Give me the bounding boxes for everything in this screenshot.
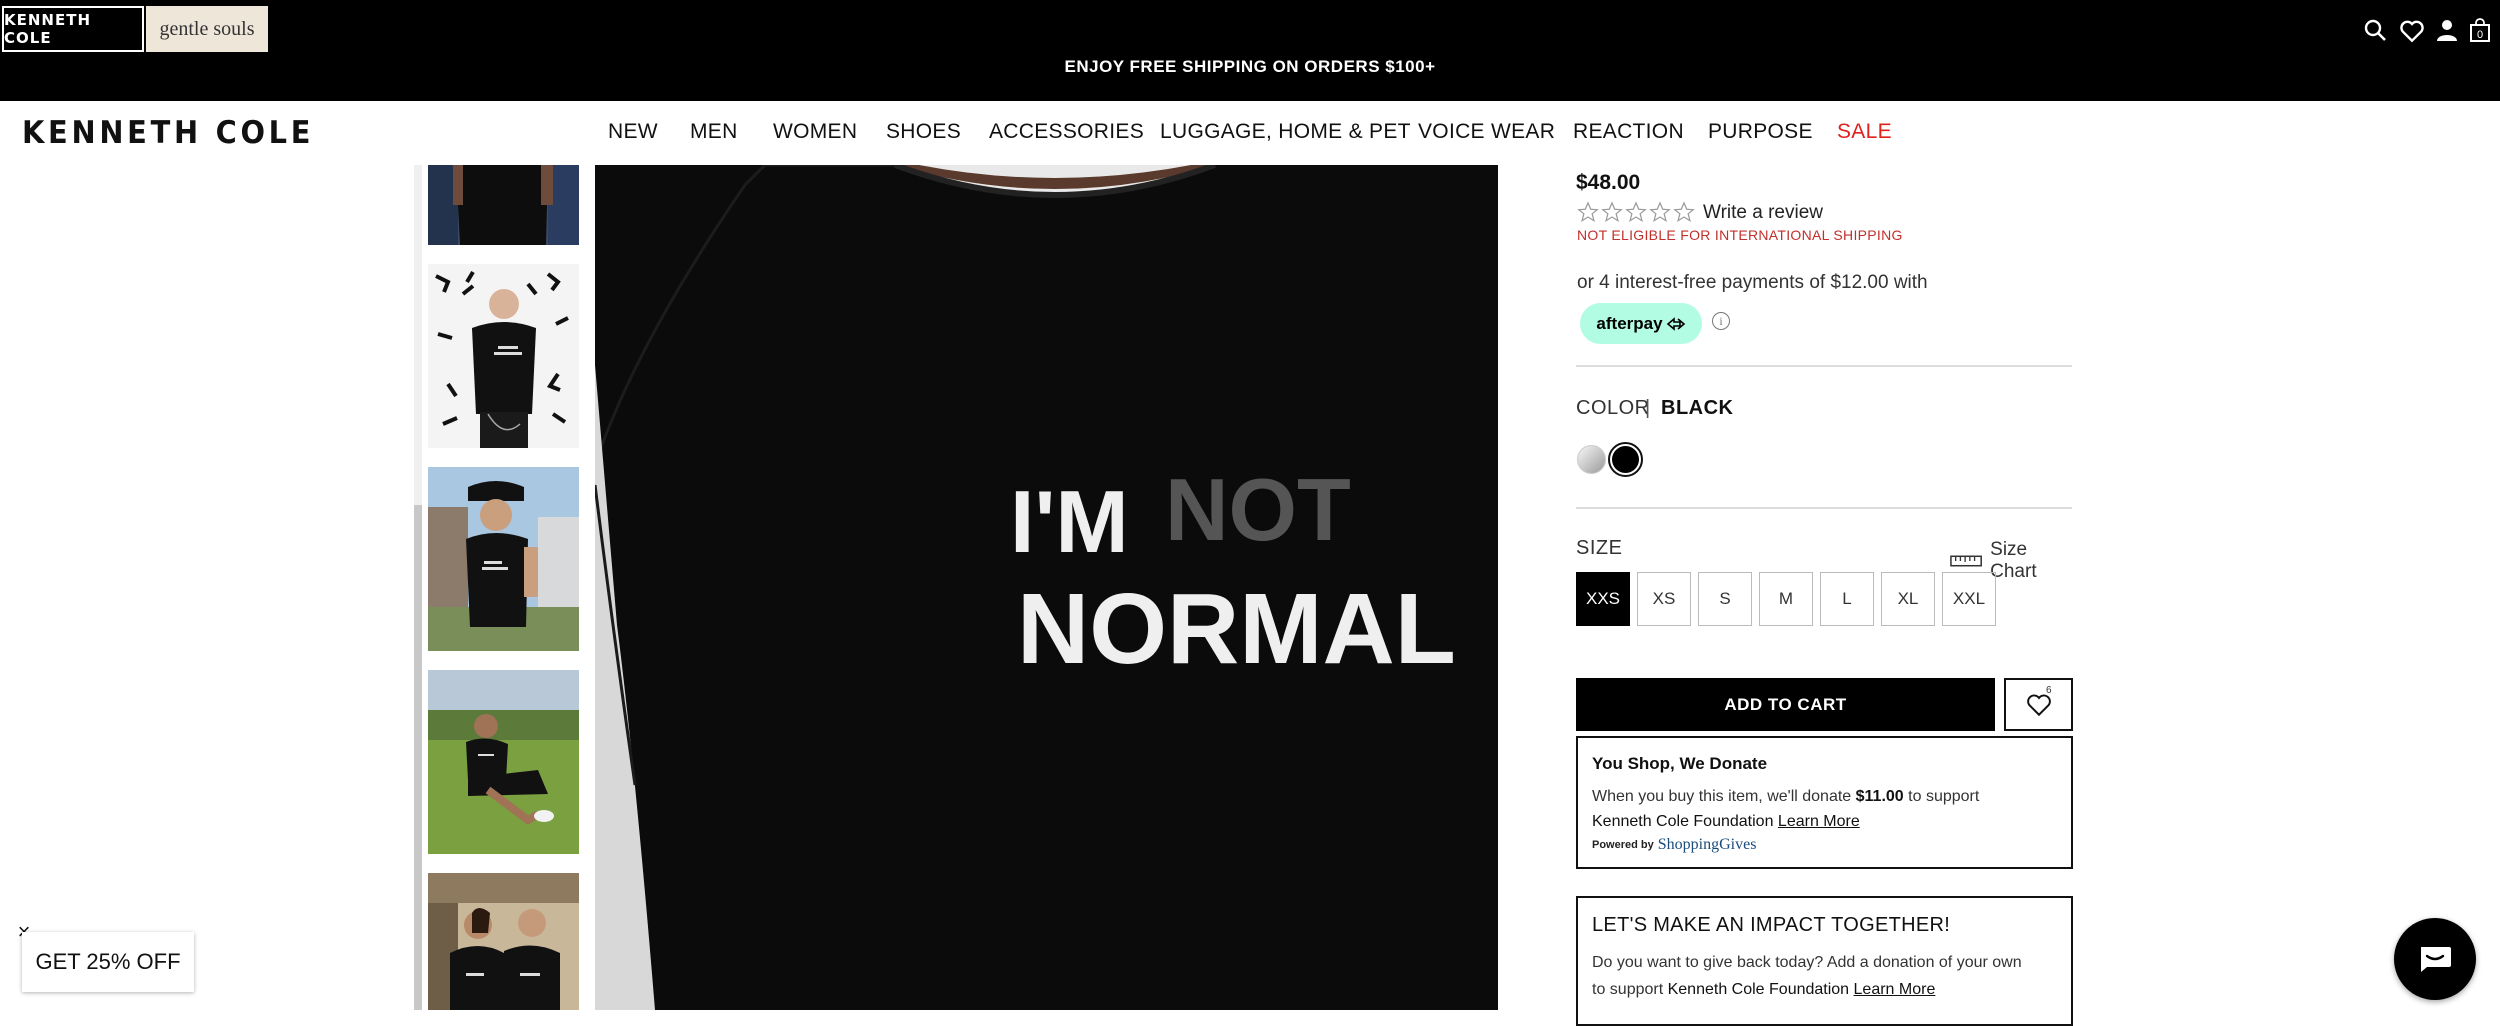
size-xxl[interactable]: XXL <box>1942 572 1996 626</box>
star-icon[interactable] <box>1625 201 1647 223</box>
impact-text: Do you want to give back today? Add a do… <box>1592 949 2057 1003</box>
star-icon[interactable] <box>1649 201 1671 223</box>
impact-learn-more-link[interactable]: Learn More <box>1854 981 1936 998</box>
donation-title: You Shop, We Donate <box>1592 754 1768 773</box>
donation-amount: $11.00 <box>1855 788 1904 805</box>
star-icon[interactable] <box>1601 201 1623 223</box>
main-nav: NEW MEN WOMEN SHOES ACCESSORIES LUGGAGE,… <box>0 120 2500 150</box>
product-thumbnail-1[interactable] <box>428 165 579 245</box>
brand-tab-gentle-souls[interactable]: gentle souls <box>146 6 268 52</box>
impact-text-part: to support <box>1592 981 1664 998</box>
foundation-name: Kenneth Cole Foundation <box>1592 813 1774 830</box>
wishlist-button[interactable]: 6 <box>2004 678 2073 731</box>
discount-popup[interactable]: GET 25% OFF <box>22 932 194 992</box>
rating-stars[interactable] <box>1577 201 1695 223</box>
color-separator: | <box>1645 397 1651 419</box>
donation-text-part: to support <box>1908 788 1980 805</box>
nav-men[interactable]: MEN <box>690 120 738 144</box>
star-icon[interactable] <box>1673 201 1695 223</box>
product-thumbnail-3[interactable] <box>428 467 579 651</box>
size-xxs[interactable]: XXS <box>1576 572 1630 626</box>
donation-text-part: When you buy this item, we'll donate <box>1592 788 1852 805</box>
thumbnail-scrollbar[interactable] <box>414 505 422 1010</box>
nav-luggage-home-pet[interactable]: LUGGAGE, HOME & PET <box>1160 120 1411 144</box>
size-xs[interactable]: XS <box>1637 572 1691 626</box>
size-xl[interactable]: XL <box>1881 572 1935 626</box>
ruler-icon <box>1950 555 1982 567</box>
size-options: XXS XS S M L XL XXL <box>1576 572 2003 626</box>
foundation-name: Kenneth Cole Foundation <box>1667 981 1850 998</box>
swatch-black-fill[interactable] <box>1612 446 1639 473</box>
star-icon[interactable] <box>1577 201 1599 223</box>
nav-purpose[interactable]: PURPOSE <box>1708 120 1813 144</box>
nav-new[interactable]: NEW <box>608 120 658 144</box>
nav-sale[interactable]: SALE <box>1837 120 1892 144</box>
shoppinggives-logo[interactable]: ShoppingGives <box>1658 836 1757 854</box>
nav-shoes[interactable]: SHOES <box>886 120 961 144</box>
shirt-text-normal: NORMAL <box>1017 573 1456 685</box>
info-icon[interactable]: i <box>1712 312 1730 330</box>
top-bar: KENNETH COLE gentle souls ENJOY FREE SHI… <box>0 0 2500 101</box>
search-icon[interactable] <box>2363 18 2387 42</box>
nav-accessories[interactable]: ACCESSORIES <box>989 120 1144 144</box>
add-to-cart-button[interactable]: ADD TO CART <box>1576 678 1995 731</box>
afterpay-label: afterpay <box>1596 313 1663 333</box>
product-thumbnail-5[interactable] <box>428 873 579 1010</box>
impact-title: LET'S MAKE AN IMPACT TOGETHER! <box>1592 914 1951 936</box>
shipping-note: NOT ELIGIBLE FOR INTERNATIONAL SHIPPING <box>1577 227 1903 243</box>
powered-by-label: Powered by <box>1592 839 1654 851</box>
heart-outline-icon <box>2027 694 2051 717</box>
product-price: $48.00 <box>1576 171 1641 194</box>
user-icon[interactable] <box>2435 18 2459 42</box>
size-label: SIZE <box>1576 537 1623 559</box>
divider <box>1576 507 2072 509</box>
shipping-promo: ENJOY FREE SHIPPING ON ORDERS $100+ <box>1064 57 1436 76</box>
product-thumbnail-2[interactable] <box>428 264 579 448</box>
color-label: COLOR <box>1576 397 1650 419</box>
product-thumbnail-4[interactable] <box>428 670 579 854</box>
size-s[interactable]: S <box>1698 572 1752 626</box>
chat-icon <box>2421 947 2451 972</box>
installment-text: or 4 interest-free payments of $12.00 wi… <box>1577 272 1928 293</box>
swatch-silver[interactable] <box>1577 445 1606 474</box>
afterpay-logo-icon <box>1666 316 1685 331</box>
cart-count: 0 <box>2477 29 2483 41</box>
main-product-image[interactable]: I'M NOT NORMAL <box>595 165 1498 1010</box>
shirt-text-im: I'M <box>1010 472 1129 571</box>
cart-icon[interactable]: 0 <box>2469 18 2491 42</box>
donation-box: You Shop, We Donate When you buy this it… <box>1576 736 2073 869</box>
main-header: KENNETH COLE NEW MEN WOMEN SHOES ACCESSO… <box>0 101 2500 165</box>
brand-tab-kenneth-cole[interactable]: KENNETH COLE <box>2 6 144 52</box>
afterpay-badge[interactable]: afterpay <box>1580 303 1702 344</box>
nav-reaction[interactable]: REACTION <box>1573 120 1684 144</box>
impact-text-part: Do you want to give back today? Add a do… <box>1592 954 2022 971</box>
heart-icon[interactable] <box>2399 18 2425 44</box>
powered-by: Powered by ShoppingGives <box>1592 836 2057 854</box>
shirt-text-not: NOT <box>1165 460 1351 559</box>
nav-women[interactable]: WOMEN <box>773 120 857 144</box>
donation-text: When you buy this item, we'll donate $11… <box>1592 784 2057 834</box>
donation-learn-more-link[interactable]: Learn More <box>1778 813 1860 830</box>
size-m[interactable]: M <box>1759 572 1813 626</box>
write-review-link[interactable]: Write a review <box>1703 202 1823 224</box>
size-l[interactable]: L <box>1820 572 1874 626</box>
selected-color: BLACK <box>1661 397 1734 419</box>
impact-box: LET'S MAKE AN IMPACT TOGETHER! Do you wa… <box>1576 896 2073 1026</box>
divider <box>1576 365 2072 367</box>
chat-button[interactable] <box>2394 918 2476 1000</box>
nav-voice-wear[interactable]: VOICE WEAR <box>1418 120 1555 144</box>
wishlist-count: 6 <box>2046 685 2052 696</box>
